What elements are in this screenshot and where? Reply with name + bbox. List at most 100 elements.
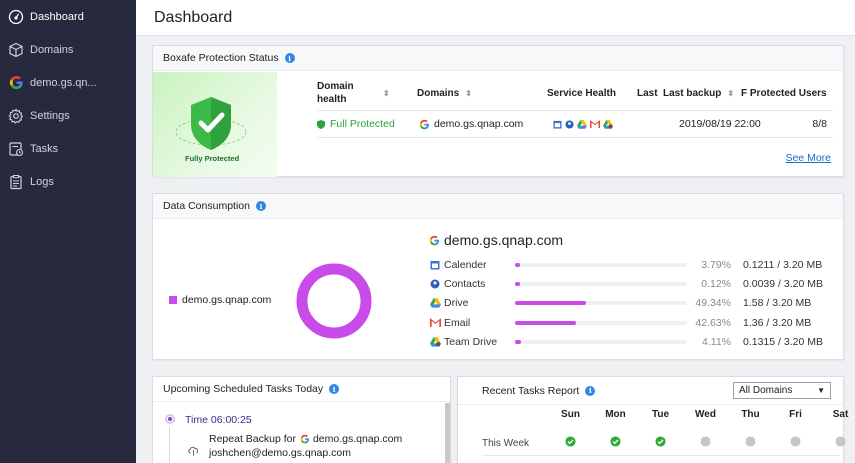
chevron-down-icon: ▼ — [817, 386, 825, 395]
info-icon[interactable]: i — [329, 384, 340, 394]
gmail-icon — [429, 317, 441, 329]
pending-status-icon — [773, 436, 818, 447]
small-shield-icon — [317, 119, 325, 129]
protected-users-cell: 8/8 — [812, 118, 827, 130]
calendar-icon — [429, 259, 441, 271]
sidebar-item-google-domain[interactable]: demo.gs.qn... — [0, 66, 136, 99]
protection-status-card: Boxafe Protection Status i Fully Protect… — [152, 45, 844, 177]
card-title: Data Consumption — [163, 200, 250, 212]
col-domain-health[interactable]: Domain health ⬍ — [317, 80, 417, 106]
task-time: Time 06:00:25 — [185, 414, 252, 426]
sidebar-item-label: Tasks — [30, 142, 59, 155]
card-header: Upcoming Scheduled Tasks Today i — [153, 377, 450, 402]
google-icon — [419, 119, 429, 129]
info-icon[interactable]: i — [585, 385, 596, 396]
sidebar-item-label: demo.gs.qn... — [30, 76, 97, 89]
timeline-dot — [165, 414, 175, 424]
timeline-line — [169, 427, 170, 463]
protection-table: Domain health ⬍ Domains ⬍ Service Health L… — [317, 76, 833, 138]
calendar-icon — [553, 120, 562, 129]
contacts-icon — [565, 119, 574, 129]
protection-shield-panel: Fully Protected — [153, 72, 277, 177]
pending-status-icon — [728, 436, 773, 447]
team-drive-icon — [603, 119, 613, 129]
info-icon[interactable]: i — [284, 53, 295, 63]
sidebar-item-settings[interactable]: Settings — [0, 99, 136, 132]
sidebar-item-label: Settings — [30, 109, 70, 122]
col-last-backup[interactable]: Last backup ⬍ — [663, 88, 741, 99]
gmail-icon — [590, 120, 600, 128]
cloud-backup-icon — [188, 446, 199, 456]
list-item: Team Drive 4.11% 0.1315 / 3.20 MB — [429, 332, 835, 351]
sidebar-item-dashboard[interactable]: Dashboard — [0, 0, 136, 33]
weekday-header: Sun Mon Tue Wed Thu Fri Sat — [561, 409, 849, 420]
logs-icon — [7, 173, 25, 191]
drive-icon — [577, 119, 587, 129]
list-item: Calender 3.79% 0.1211 / 3.20 MB — [429, 255, 835, 274]
success-check-icon — [548, 436, 593, 447]
usage-bar — [515, 339, 687, 344]
top-bar: Dashboard — [136, 0, 855, 36]
card-header: Boxafe Protection Status i — [153, 46, 843, 71]
pending-status-icon — [683, 436, 728, 447]
sidebar-item-label: Dashboard — [30, 10, 84, 23]
sidebar-item-label: Logs — [30, 175, 54, 188]
sidebar-item-tasks[interactable]: Tasks — [0, 132, 136, 165]
sidebar-item-label: Domains — [30, 43, 74, 56]
main-content: Dashboard Boxafe Protection Status i Ful… — [136, 0, 855, 463]
info-icon[interactable]: i — [255, 201, 266, 211]
google-icon — [429, 235, 439, 245]
sidebar: Dashboard Domains demo.gs.qn... Settings… — [0, 0, 136, 463]
consumption-domain: demo.gs.qnap.com — [429, 232, 563, 248]
sort-icon: ⬍ — [465, 88, 472, 98]
shield-label: Fully Protected — [185, 154, 240, 163]
table-row[interactable]: Full Protected demo.gs.qnap.com 2019/08/… — [317, 110, 833, 138]
col-service-health[interactable]: Service Health — [547, 88, 637, 99]
task-description: Repeat Backup for demo.gs.qnap.com — [209, 433, 403, 445]
success-check-icon — [593, 436, 638, 447]
success-check-icon — [638, 436, 683, 447]
team-drive-icon — [429, 336, 441, 348]
col-protected-users[interactable]: F Protected Users — [741, 88, 833, 99]
week-label: This Week — [482, 438, 530, 449]
google-icon — [300, 434, 310, 444]
service-health-cell — [547, 119, 637, 129]
cube-icon — [7, 41, 25, 59]
task-user: joshchen@demo.gs.qnap.com — [209, 447, 351, 459]
domain-cell: demo.gs.qnap.com — [417, 118, 547, 130]
scrollbar[interactable] — [445, 403, 450, 463]
usage-donut-chart — [296, 263, 372, 339]
sort-icon: ⬍ — [383, 88, 390, 98]
col-domains[interactable]: Domains ⬍ — [417, 88, 547, 99]
see-more-link[interactable]: See More — [785, 152, 831, 164]
table-header: Domain health ⬍ Domains ⬍ Service Health L… — [317, 76, 833, 110]
recent-tasks-card: Recent Tasks Report i All Domains ▼ Sun … — [457, 376, 848, 463]
service-usage-list: Calender 3.79% 0.1211 / 3.20 MB Contacts… — [429, 255, 835, 351]
week-status-row — [548, 436, 855, 447]
data-consumption-card: Data Consumption i demo.gs.qnap.com demo… — [152, 193, 844, 360]
drive-icon — [429, 297, 441, 309]
chart-legend: demo.gs.qnap.com — [169, 294, 271, 306]
google-icon — [7, 74, 25, 92]
sidebar-item-domains[interactable]: Domains — [0, 33, 136, 66]
domain-filter-select[interactable]: All Domains ▼ — [733, 382, 831, 399]
contacts-icon — [429, 278, 441, 290]
card-header: Data Consumption i — [153, 194, 843, 219]
usage-bar — [515, 281, 687, 286]
usage-bar — [515, 262, 687, 267]
sidebar-item-logs[interactable]: Logs — [0, 165, 136, 198]
domain-health-cell: Full Protected — [317, 118, 417, 130]
upcoming-tasks-card: Upcoming Scheduled Tasks Today i Time 06… — [152, 376, 451, 463]
col-last[interactable]: Last — [637, 88, 663, 99]
list-item: Contacts 0.12% 0.0039 / 3.20 MB — [429, 274, 835, 293]
sort-icon: ⬍ — [727, 88, 735, 98]
list-item: Drive 49.34% 1.58 / 3.20 MB — [429, 294, 835, 313]
legend-label: demo.gs.qnap.com — [182, 294, 272, 306]
usage-bar — [515, 320, 687, 325]
page-title: Dashboard — [154, 8, 233, 26]
list-item: Email 42.63% 1.36 / 3.20 MB — [429, 313, 835, 332]
divider — [482, 455, 840, 456]
gear-icon — [7, 107, 25, 125]
usage-bar — [515, 301, 687, 306]
pending-status-icon — [818, 436, 855, 447]
